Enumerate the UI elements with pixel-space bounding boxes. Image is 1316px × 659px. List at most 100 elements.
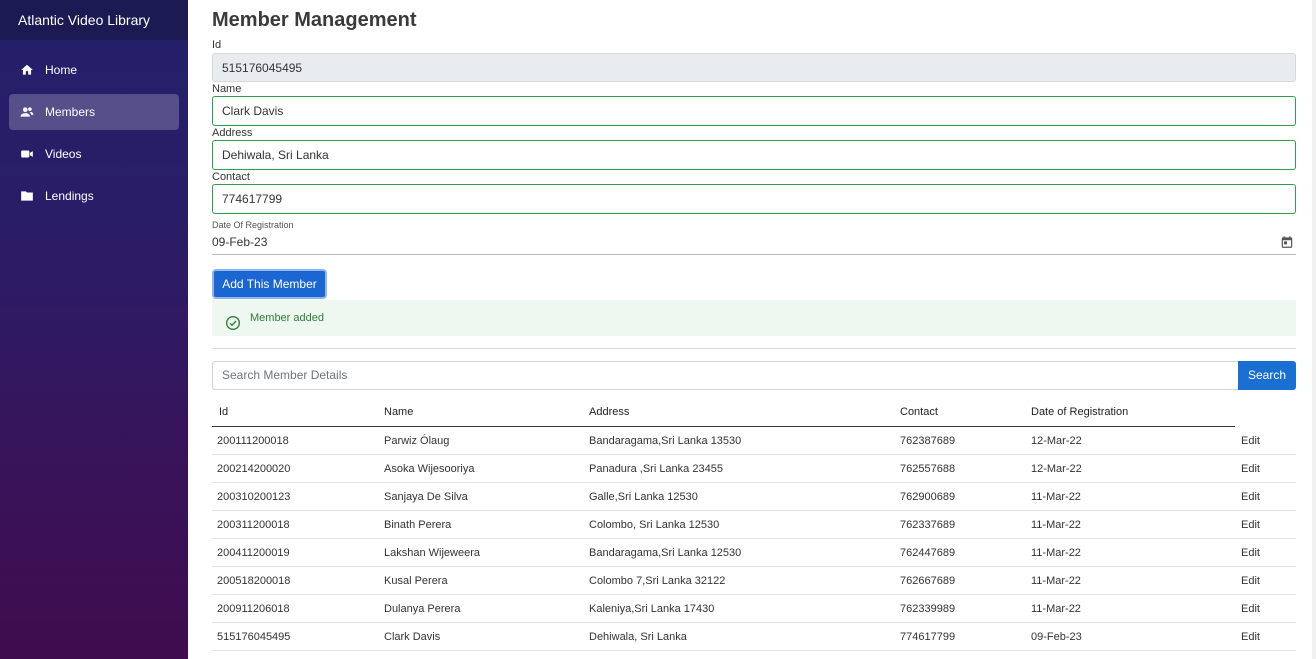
cell-address: Dehiwala, Sri Lanka — [589, 631, 687, 643]
sidebar: Atlantic Video Library Home Members Vide… — [0, 0, 188, 659]
cell-id: 200411200019 — [217, 547, 290, 559]
table-row: 515176045495 Clark Davis Dehiwala, Sri Lan… — [212, 623, 1296, 651]
table-row: 200411200019 Lakshan Wijeweera Bandaragama… — [212, 539, 1296, 567]
cell-contact: 762447689 — [900, 547, 956, 559]
column-header-date: Date of Registration — [1031, 406, 1129, 418]
edit-button[interactable]: Edit — [1241, 491, 1260, 503]
table-row: 200911206018 Dulanya Perera Kaleniya,Sri L… — [212, 595, 1296, 623]
cell-date: 11-Mar-22 — [1031, 547, 1081, 559]
cell-date: 11-Mar-22 — [1031, 519, 1081, 531]
cell-contact: 762557688 — [900, 463, 956, 475]
cell-contact: 774617799 — [900, 631, 956, 643]
cell-contact: 762337689 — [900, 519, 956, 531]
name-field[interactable]: Clark Davis — [212, 96, 1296, 126]
sidebar-item-members[interactable]: Members — [9, 94, 179, 130]
cell-address: Panadura ,Sri Lanka 23455 — [589, 463, 723, 475]
column-header-name: Name — [384, 406, 414, 418]
edit-button[interactable]: Edit — [1241, 547, 1260, 559]
cell-id: 200311200018 — [217, 519, 290, 531]
divider — [212, 348, 1296, 349]
cell-name: Clark Davis — [384, 631, 441, 643]
cell-address: Colombo 7,Sri Lanka 32122 — [589, 575, 726, 587]
cell-name: Kusal Perera — [384, 575, 448, 587]
sidebar-item-label: Videos — [45, 147, 82, 161]
column-header-contact: Contact — [900, 406, 938, 418]
members-table: Id Name Address Contact Date of Registra… — [212, 400, 1296, 651]
edit-button[interactable]: Edit — [1241, 603, 1260, 615]
cell-contact: 762667689 — [900, 575, 956, 587]
table-header: Id Name Address Contact Date of Registra… — [212, 400, 1235, 427]
table-row: 200214200020 Asoka Wijesooriya Panadura ,S… — [212, 455, 1296, 483]
video-camera-icon — [20, 147, 34, 161]
edit-button[interactable]: Edit — [1241, 631, 1260, 643]
sidebar-item-videos[interactable]: Videos — [9, 136, 179, 172]
folder-icon — [20, 189, 34, 203]
date-of-registration-label: Date Of Registration — [212, 220, 294, 230]
cell-date: 12-Mar-22 — [1031, 463, 1082, 475]
success-alert: Member added — [212, 300, 1296, 336]
cell-contact: 762900689 — [900, 491, 956, 503]
calendar-icon[interactable] — [1280, 235, 1294, 249]
sidebar-item-home[interactable]: Home — [9, 52, 179, 88]
cell-address: Bandaragama,Sri Lanka 13530 — [589, 435, 742, 447]
search-button[interactable]: Search — [1238, 361, 1296, 390]
table-row: 200310200123 Sanjaya De Silva Galle,Sri La… — [212, 483, 1296, 511]
cell-address: Galle,Sri Lanka 12530 — [589, 491, 698, 503]
cell-id: 200911206018 — [217, 603, 290, 615]
date-of-registration-field[interactable]: 09-Feb-23 — [212, 232, 1296, 255]
cell-address: Colombo, Sri Lanka 12530 — [589, 519, 720, 531]
cell-id: 515176045495 — [217, 631, 291, 643]
id-label: Id — [212, 39, 222, 51]
cell-name: Lakshan Wijeweera — [384, 547, 480, 559]
sidebar-nav: Home Members Videos Lendings — [0, 40, 188, 214]
home-icon — [20, 63, 34, 77]
search-input[interactable]: Search Member Details — [212, 361, 1239, 390]
table-row: 200518200018 Kusal Perera Colombo 7,Sri La… — [212, 567, 1296, 595]
cell-id: 200214200020 — [217, 463, 291, 475]
column-header-address: Address — [589, 406, 630, 418]
alert-text: Member added — [250, 312, 324, 324]
column-header-id: Id — [219, 406, 229, 418]
table-body: 200111200018 Parwiz Ólaug Bandaragama,Sri … — [212, 427, 1296, 651]
sidebar-item-label: Members — [45, 105, 96, 119]
date-value: 09-Feb-23 — [212, 235, 268, 249]
cell-address: Bandaragama,Sri Lanka 12530 — [589, 547, 742, 559]
check-circle-icon — [225, 310, 241, 330]
cell-id: 200310200123 — [217, 491, 291, 503]
address-label: Address — [212, 127, 253, 139]
sidebar-item-label: Lendings — [45, 189, 94, 203]
cell-contact: 762339989 — [900, 603, 956, 615]
sidebar-item-lendings[interactable]: Lendings — [9, 178, 179, 214]
contact-field[interactable]: 774617799 — [212, 184, 1296, 214]
id-field: 515176045495 — [212, 53, 1296, 82]
address-field[interactable]: Dehiwala, Sri Lanka — [212, 140, 1296, 170]
add-member-button[interactable]: Add This Member — [212, 269, 327, 299]
app-brand: Atlantic Video Library — [0, 0, 188, 40]
name-label: Name — [212, 83, 242, 95]
cell-address: Kaleniya,Sri Lanka 17430 — [589, 603, 715, 615]
edit-button[interactable]: Edit — [1241, 435, 1260, 447]
page-title: Member Management — [212, 9, 417, 31]
cell-name: Parwiz Ólaug — [384, 435, 450, 447]
scrollbar[interactable] — [1312, 0, 1316, 659]
edit-button[interactable]: Edit — [1241, 575, 1260, 587]
cell-id: 200518200018 — [217, 575, 291, 587]
edit-button[interactable]: Edit — [1241, 519, 1260, 531]
cell-name: Sanjaya De Silva — [384, 491, 468, 503]
sidebar-item-label: Home — [45, 63, 78, 77]
cell-name: Dulanya Perera — [384, 603, 461, 615]
table-row: 200111200018 Parwiz Ólaug Bandaragama,Sri … — [212, 427, 1296, 455]
table-row: 200311200018 Binath Perera Colombo, Sri La… — [212, 511, 1296, 539]
cell-date: 12-Mar-22 — [1031, 435, 1082, 447]
contact-label: Contact — [212, 171, 250, 183]
cell-name: Binath Perera — [384, 519, 452, 531]
cell-date: 11-Mar-22 — [1031, 603, 1081, 615]
cell-id: 200111200018 — [217, 435, 289, 447]
cell-date: 11-Mar-22 — [1031, 491, 1081, 503]
cell-contact: 762387689 — [900, 435, 956, 447]
cell-date: 09-Feb-23 — [1031, 631, 1082, 643]
cell-date: 11-Mar-22 — [1031, 575, 1081, 587]
cell-name: Asoka Wijesooriya — [384, 463, 475, 475]
edit-button[interactable]: Edit — [1241, 463, 1260, 475]
users-icon — [20, 105, 34, 119]
